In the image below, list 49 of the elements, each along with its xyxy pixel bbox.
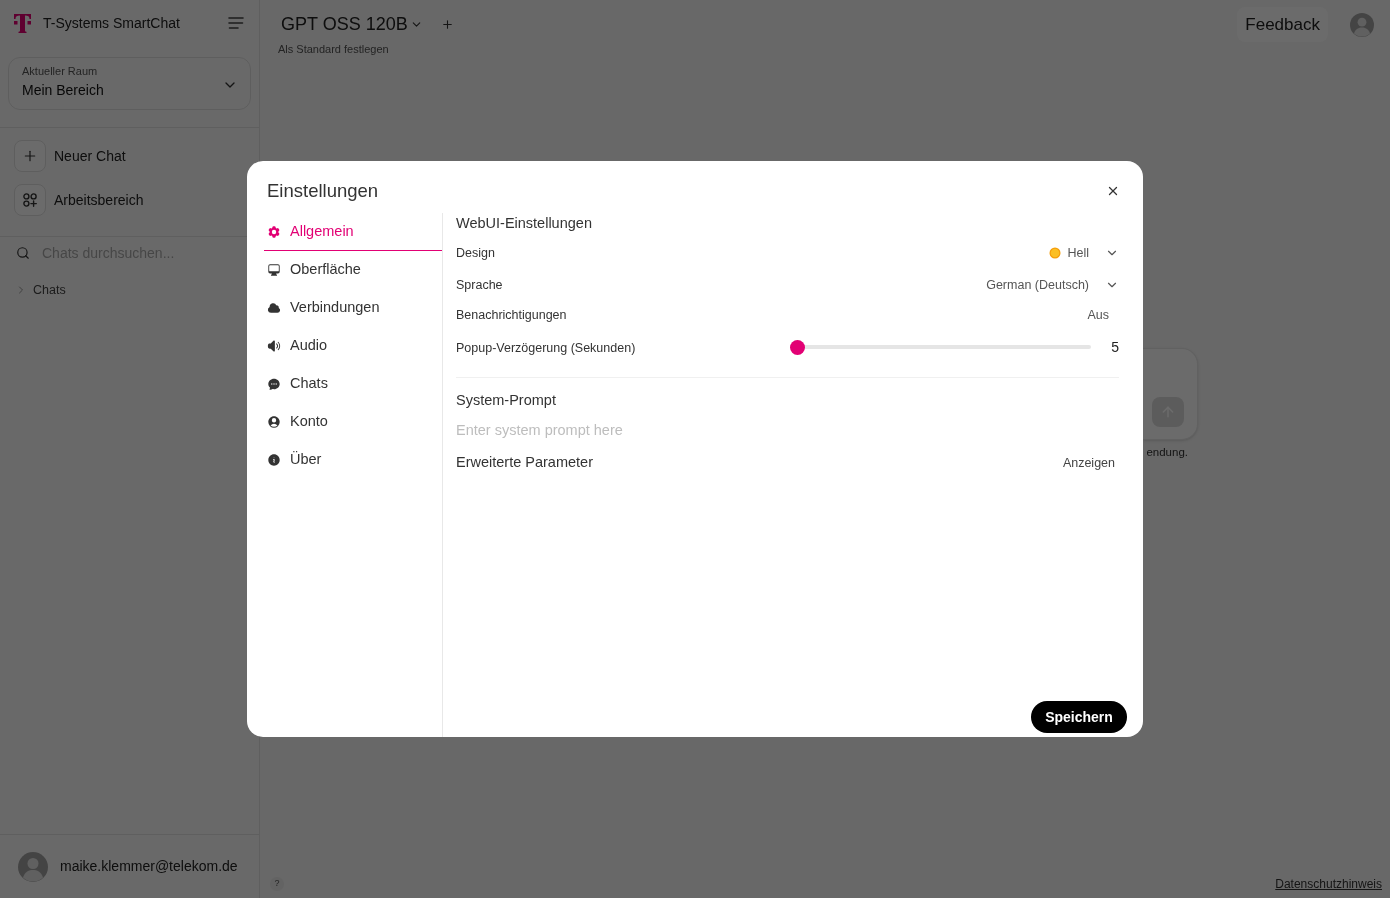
system-prompt-title: System-Prompt — [456, 391, 556, 410]
slider-thumb[interactable] — [790, 339, 805, 355]
setting-label: Benachrichtigungen — [456, 306, 567, 324]
settings-tab[interactable]: Über — [264, 441, 442, 479]
speaker-icon — [267, 338, 281, 353]
gear-icon — [267, 224, 281, 239]
logo-icon — [14, 13, 31, 33]
system-prompt-field[interactable]: Enter system prompt here — [456, 420, 1119, 440]
profile-avatar[interactable] — [1350, 12, 1374, 37]
model-selector[interactable]: GPT OSS 120B — [281, 13, 423, 35]
slider-track[interactable] — [790, 339, 1091, 355]
user-avatar[interactable] — [18, 851, 48, 882]
dialog-title: Einstellungen — [267, 179, 379, 203]
settings-tab[interactable]: Konto — [264, 403, 442, 441]
brand-name: T-Systems SmartChat — [43, 13, 180, 33]
close-icon[interactable] — [1106, 184, 1120, 198]
notifications-toggle[interactable]: Aus — [1087, 305, 1109, 325]
chat-bubble-icon — [267, 376, 281, 391]
shapes-icon — [14, 184, 46, 216]
setting-label: Sprache — [456, 276, 503, 294]
show-advanced-button[interactable]: Anzeigen — [1062, 453, 1115, 473]
settings-tab[interactable]: Audio — [264, 327, 442, 365]
settings-tab[interactable]: Oberfläche — [264, 251, 442, 289]
new-chat-button[interactable]: Neuer Chat — [14, 140, 126, 172]
settings-tab[interactable]: Allgemein — [264, 213, 442, 251]
room-value: Mein Bereich — [22, 81, 104, 99]
room-label: Aktueller Raum — [22, 64, 99, 78]
monitor-icon — [267, 262, 281, 277]
plus-icon[interactable] — [440, 17, 454, 31]
section-title: WebUI-Einstellungen — [456, 214, 592, 233]
setting-label: Popup-Verzögerung (Sekunden) — [456, 341, 636, 355]
workspace-button[interactable]: Arbeitsbereich — [14, 184, 144, 216]
theme-select[interactable]: Hell — [1049, 243, 1119, 263]
user-email[interactable]: maike.klemmer@telekom.de — [60, 856, 238, 877]
advanced-params-label: Erweiterte Parameter — [456, 453, 593, 473]
info-icon — [267, 452, 281, 467]
settings-tab[interactable]: Verbindungen — [264, 289, 442, 327]
input-hint: endung. — [1146, 445, 1188, 460]
plus-icon — [14, 140, 46, 172]
sun-icon — [1049, 247, 1062, 259]
menu-icon[interactable] — [228, 17, 244, 29]
language-select[interactable]: German (Deutsch) — [986, 275, 1119, 295]
search-icon — [16, 246, 30, 260]
settings-tab[interactable]: Chats — [264, 365, 442, 403]
cloud-icon — [267, 300, 281, 315]
room-selector[interactable]: Aktueller Raum Mein Bereich — [8, 57, 251, 110]
slider-value: 5 — [1110, 337, 1119, 357]
save-button[interactable]: Speichern — [1031, 701, 1127, 733]
setting-label: Design — [456, 244, 495, 262]
